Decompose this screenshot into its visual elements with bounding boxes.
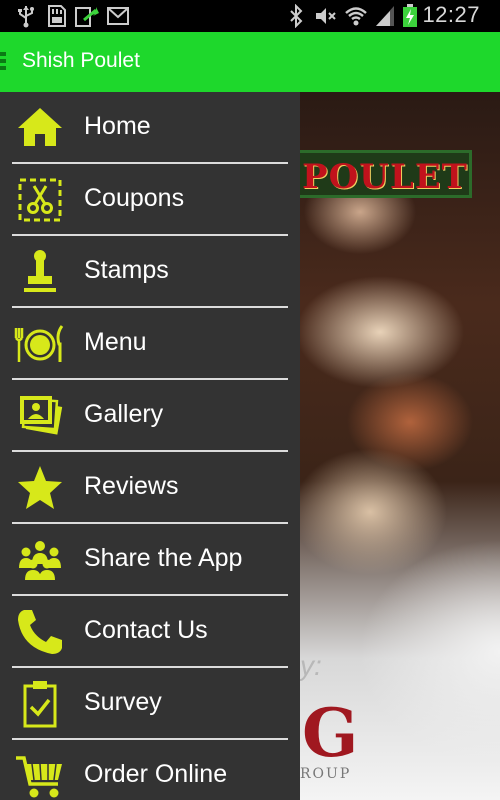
wifi-icon xyxy=(345,7,367,26)
nav-item-label: Order Online xyxy=(84,760,228,788)
star-icon xyxy=(18,466,62,509)
nav-item-contact-us[interactable]: Contact Us xyxy=(0,596,300,668)
nav-item-label: Stamps xyxy=(84,256,169,284)
nav-item-stamps[interactable]: Stamps xyxy=(0,236,300,308)
nav-item-reviews[interactable]: Reviews xyxy=(0,452,300,524)
sponsor-by-text: y: xyxy=(300,650,322,681)
nav-item-label: Share the App xyxy=(84,544,243,572)
nav-item-survey[interactable]: Survey xyxy=(0,668,300,740)
nav-item-label: Survey xyxy=(84,688,162,716)
clipboard-check-icon xyxy=(23,681,57,728)
nav-item-menu[interactable]: Menu xyxy=(0,308,300,380)
nav-item-gallery[interactable]: Gallery xyxy=(0,380,300,452)
nav-item-label: Coupons xyxy=(84,184,185,212)
usb-icon xyxy=(18,6,34,28)
stamp-icon xyxy=(24,250,56,292)
signal-icon xyxy=(376,6,394,26)
nav-item-order-online[interactable]: Order Online xyxy=(0,740,300,800)
sponsor-logo: G xyxy=(302,694,359,772)
action-bar: Shish Poulet xyxy=(0,32,500,92)
brand-sign: POULET xyxy=(300,150,472,198)
nav-drawer: Home Coupons Stamps Menu Gallery Reviews… xyxy=(0,92,300,800)
group-icon xyxy=(19,541,61,580)
scissors-icon xyxy=(18,178,62,222)
bluetooth-icon xyxy=(290,4,303,28)
download-icon xyxy=(75,7,99,27)
nav-item-label: Gallery xyxy=(84,400,164,428)
nav-item-coupons[interactable]: Coupons xyxy=(0,164,300,236)
brand-sign-text: POULET xyxy=(302,157,468,197)
nav-item-share-the-app[interactable]: Share the App xyxy=(0,524,300,596)
drawer-indicator-icon[interactable] xyxy=(0,52,6,74)
home-icon xyxy=(18,108,62,146)
sponsor-logo-subtext: ROUP xyxy=(300,766,352,782)
nav-item-label: Reviews xyxy=(84,472,179,500)
mute-icon xyxy=(316,8,336,24)
phone-icon xyxy=(18,610,62,654)
status-time: 12:27 xyxy=(422,2,480,27)
nav-item-label: Contact Us xyxy=(84,616,208,644)
nav-item-home[interactable]: Home xyxy=(0,92,300,164)
gmail-icon xyxy=(107,7,129,25)
status-bar: 12:27 xyxy=(0,0,500,32)
sd-card-icon xyxy=(48,5,66,27)
battery-icon xyxy=(403,4,417,27)
cart-icon xyxy=(16,756,62,798)
nav-item-label: Home xyxy=(84,112,151,140)
plate-utensils-icon xyxy=(14,325,64,362)
app-title[interactable]: Shish Poulet xyxy=(22,49,140,73)
photos-icon xyxy=(20,396,63,435)
nav-item-label: Menu xyxy=(84,328,147,356)
